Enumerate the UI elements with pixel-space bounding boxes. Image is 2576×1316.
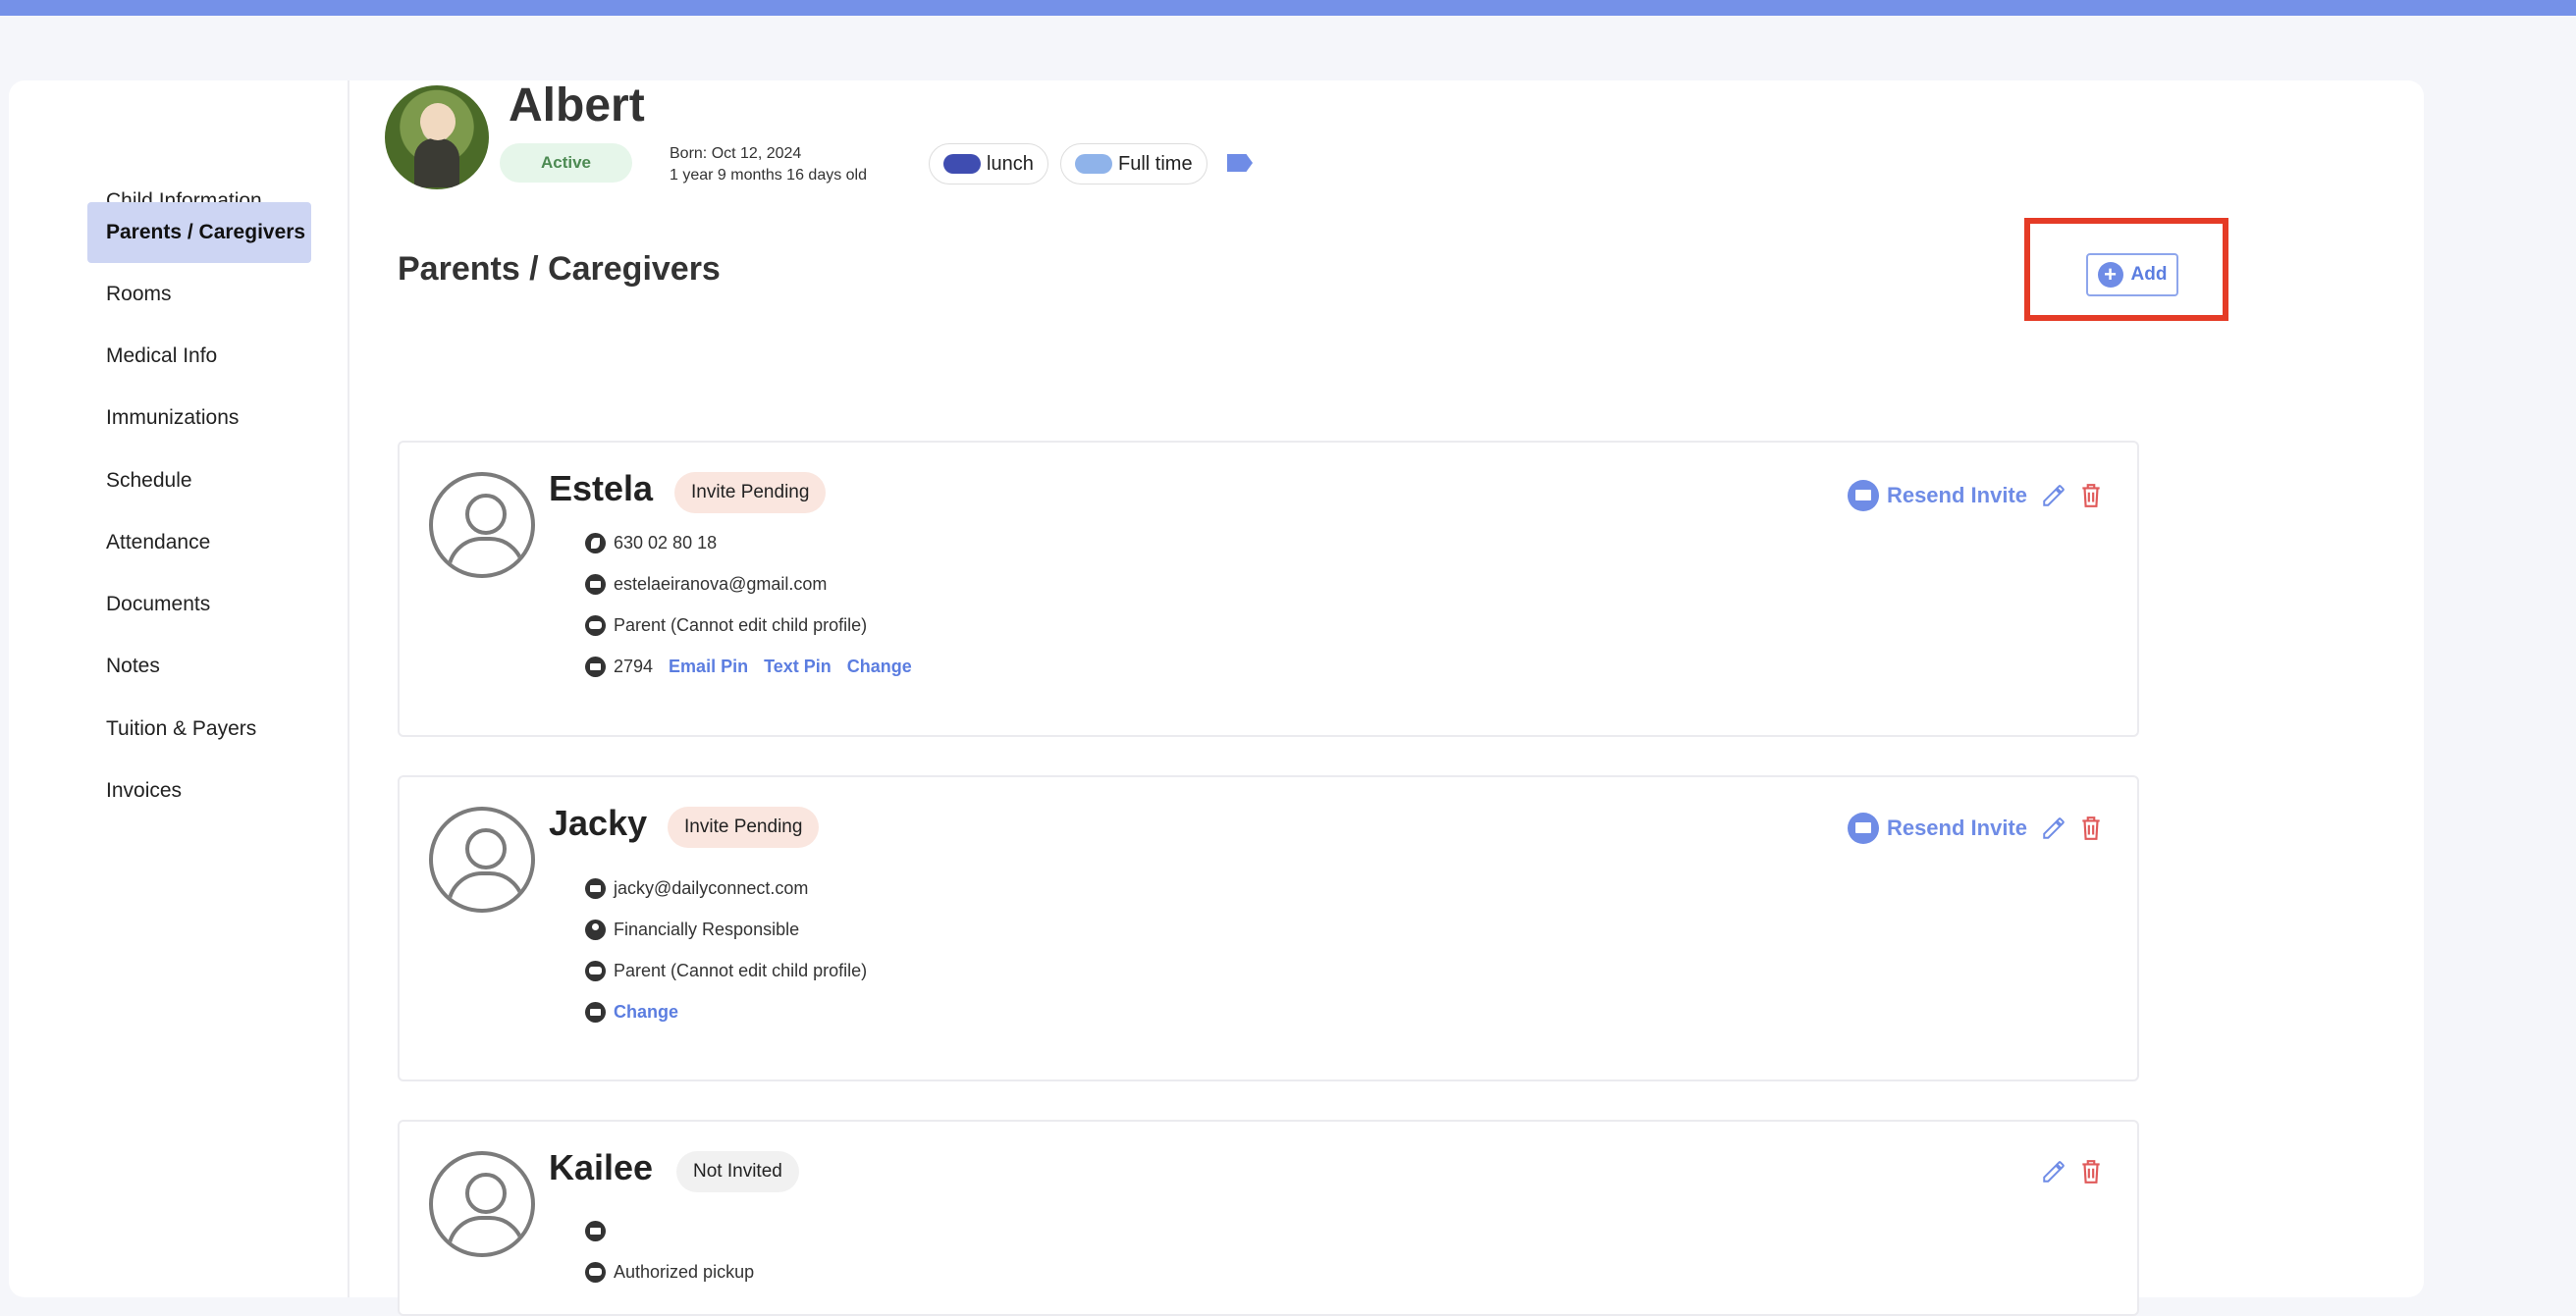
tag-full-time[interactable]: Full time <box>1060 143 1208 184</box>
change-pin-link[interactable]: Change <box>847 657 912 677</box>
envelope-icon <box>585 1221 606 1241</box>
child-name: Albert <box>509 79 645 132</box>
trash-icon[interactable] <box>2080 1159 2102 1184</box>
sidebar-item-documents[interactable]: Documents <box>87 574 311 635</box>
family-icon <box>585 615 606 636</box>
sidebar-item-rooms[interactable]: Rooms <box>87 264 311 325</box>
sidebar-item-attendance[interactable]: Attendance <box>87 512 311 573</box>
keypad-icon <box>585 1002 606 1023</box>
add-button-label: Add <box>2130 264 2168 285</box>
person-icon <box>585 920 606 940</box>
role-row: Parent (Cannot edit child profile) <box>585 961 867 981</box>
sidebar: Child Information Parents / Caregivers R… <box>9 80 349 1297</box>
role-text: Parent (Cannot edit child profile) <box>614 961 868 980</box>
financial-row: Financially Responsible <box>585 920 799 940</box>
child-age: 1 year 9 months 16 days old <box>670 167 868 184</box>
pin-row: 2794 Email Pin Text Pin Change <box>585 657 912 677</box>
caregiver-card-jacky: Jacky Invite Pending jacky@dailyconnect.… <box>398 775 2139 1081</box>
sidebar-item-immunizations[interactable]: Immunizations <box>87 388 311 448</box>
envelope-icon <box>1847 480 1879 511</box>
born-date: Born: Oct 12, 2024 <box>670 145 802 162</box>
caregiver-actions: Resend Invite <box>1847 813 2102 844</box>
role-row: Parent (Cannot edit child profile) <box>585 615 867 636</box>
user-avatar-icon <box>429 472 535 578</box>
status-badge: Active <box>500 143 632 183</box>
caregiver-actions <box>2041 1159 2102 1184</box>
envelope-icon <box>585 574 606 595</box>
caregiver-name: Kailee <box>549 1147 654 1187</box>
role-row: Authorized pickup <box>585 1262 754 1283</box>
resend-label: Resend Invite <box>1886 816 2027 840</box>
change-pin-link[interactable]: Change <box>614 1002 678 1023</box>
tag-lunch[interactable]: lunch <box>929 143 1048 184</box>
financial-text: Financially Responsible <box>614 920 800 939</box>
email-row: estelaeiranova@gmail.com <box>585 574 827 595</box>
plus-circle-icon: + <box>2097 262 2123 288</box>
resend-invite-button[interactable]: Resend Invite <box>1847 480 2027 511</box>
child-avatar <box>385 85 489 189</box>
user-avatar-icon <box>429 807 535 913</box>
edit-pencil-icon[interactable] <box>2041 483 2066 508</box>
keypad-icon <box>585 657 606 677</box>
pin-number: 2794 <box>614 657 654 676</box>
text-pin-link[interactable]: Text Pin <box>764 657 832 677</box>
caregiver-card-kailee: Kailee Not Invited Authorized pickup <box>398 1120 2139 1316</box>
email-address: jacky@dailyconnect.com <box>614 878 809 898</box>
email-row <box>585 1221 614 1241</box>
phone-number: 630 02 80 18 <box>614 533 718 553</box>
tag-label: lunch <box>987 152 1034 175</box>
invite-status-badge: Not Invited <box>676 1151 799 1192</box>
sidebar-item-notes[interactable]: Notes <box>87 636 311 697</box>
phone-row: 630 02 80 18 <box>585 533 717 553</box>
email-address: estelaeiranova@gmail.com <box>614 574 828 594</box>
caregiver-name: Estela <box>549 468 654 508</box>
role-text: Authorized pickup <box>614 1262 755 1282</box>
edit-pencil-icon[interactable] <box>2041 816 2066 841</box>
page-title: Parents / Caregivers <box>398 250 721 288</box>
email-pin-link[interactable]: Email Pin <box>669 657 748 677</box>
caregiver-name: Jacky <box>549 803 648 843</box>
user-avatar-icon <box>429 1151 535 1257</box>
envelope-icon <box>585 878 606 899</box>
resend-label: Resend Invite <box>1886 483 2027 507</box>
caregiver-actions: Resend Invite <box>1847 480 2102 511</box>
tag-label: Full time <box>1118 152 1193 175</box>
phone-icon <box>585 533 606 553</box>
email-row: jacky@dailyconnect.com <box>585 878 808 899</box>
family-icon <box>585 961 606 981</box>
sidebar-item-schedule[interactable]: Schedule <box>87 450 311 511</box>
add-caregiver-button[interactable]: + Add <box>2086 253 2178 296</box>
family-icon <box>585 1262 606 1283</box>
invite-status-badge: Invite Pending <box>674 472 827 513</box>
sidebar-item-invoices[interactable]: Invoices <box>87 761 311 821</box>
top-bar <box>0 0 2576 16</box>
edit-pencil-icon[interactable] <box>2041 1159 2066 1184</box>
role-text: Parent (Cannot edit child profile) <box>614 615 868 635</box>
sidebar-item-tuition-payers[interactable]: Tuition & Payers <box>87 699 311 760</box>
tag-color-dot <box>1075 154 1112 174</box>
pin-row: Change <box>585 1002 678 1023</box>
invite-status-badge: Invite Pending <box>668 807 820 848</box>
caregiver-card-estela: Estela Invite Pending 630 02 80 18 estel… <box>398 441 2139 737</box>
trash-icon[interactable] <box>2080 483 2102 508</box>
child-birth-info: Born: Oct 12, 2024 1 year 9 months 16 da… <box>670 143 867 186</box>
envelope-icon <box>1847 813 1879 844</box>
resend-invite-button[interactable]: Resend Invite <box>1847 813 2027 844</box>
sidebar-item-parents-caregivers[interactable]: Parents / Caregivers <box>87 202 311 263</box>
tag-color-dot <box>943 154 981 174</box>
sidebar-item-medical-info[interactable]: Medical Info <box>87 326 311 387</box>
trash-icon[interactable] <box>2080 816 2102 841</box>
